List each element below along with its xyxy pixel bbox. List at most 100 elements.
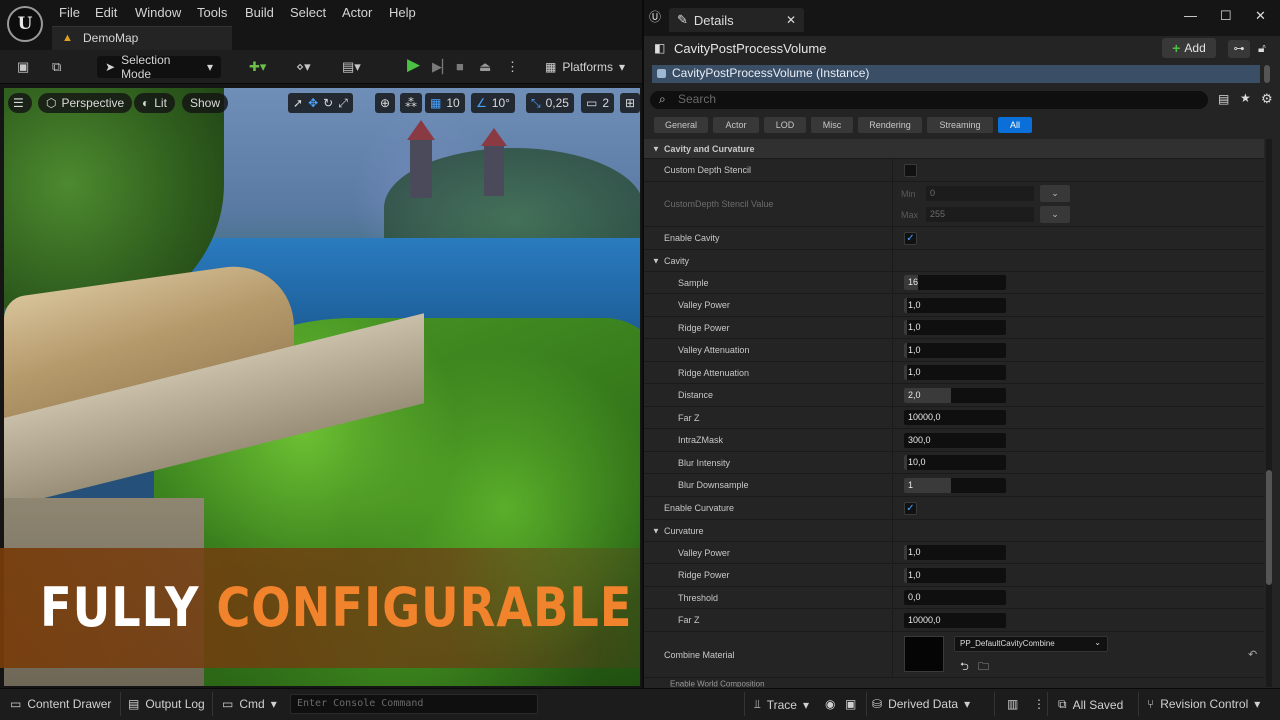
record-icon[interactable]: ◉ xyxy=(825,697,835,711)
enable-cavity-checkbox[interactable]: ✓ xyxy=(904,232,917,245)
add-actor-icon[interactable]: ✚▾ xyxy=(249,59,266,75)
numeric-input[interactable]: 1,0 xyxy=(904,567,1006,583)
stop-icon[interactable]: ■ xyxy=(456,59,464,75)
content-drawer-button[interactable]: ▭ Content Drawer xyxy=(10,697,111,711)
menu-help[interactable]: Help xyxy=(389,5,416,20)
add-component-button[interactable]: + Add xyxy=(1162,38,1216,58)
filter-lod[interactable]: LOD xyxy=(764,117,806,133)
browse-icon[interactable]: ⧉ xyxy=(52,59,61,75)
filter-misc[interactable]: Misc xyxy=(811,117,853,133)
more-options-icon[interactable]: ⋮ xyxy=(1033,697,1045,711)
save-icon[interactable]: ▣ xyxy=(17,59,29,75)
surface-snap-icon[interactable]: ⁂ xyxy=(400,93,422,113)
menu-select[interactable]: Select xyxy=(290,5,326,20)
blueprint-convert-icon[interactable]: ⊶ xyxy=(1228,40,1250,58)
category-cavity-curvature[interactable]: ▼ Cavity and Curvature xyxy=(644,139,1264,159)
numeric-input[interactable]: 1,0 xyxy=(904,342,1006,358)
show-button[interactable]: Show xyxy=(182,93,229,113)
filter-general[interactable]: General xyxy=(654,117,708,133)
numeric-input[interactable]: 1,0 xyxy=(904,365,1006,380)
angle-snap-button[interactable]: ∠ 10° xyxy=(471,93,515,113)
scale-snap-button[interactable]: ⤡ 0,25 xyxy=(526,93,574,113)
browse-asset-icon[interactable]: 🗀︎ xyxy=(978,658,989,677)
stats-icon[interactable]: ▥ xyxy=(1007,697,1018,711)
minimize-icon[interactable]: — xyxy=(1184,8,1197,23)
derived-data-button[interactable]: ⛁ Derived Data ▾ xyxy=(872,697,970,711)
details-search-input[interactable]: ⌕ Search xyxy=(650,91,1208,109)
numeric-input[interactable]: 10,0 xyxy=(904,455,1006,470)
min-value-input[interactable]: 0 xyxy=(926,186,1034,201)
blueprint-icon[interactable]: ⋄▾ xyxy=(296,59,311,75)
viewport-menu-icon[interactable]: ☰ xyxy=(8,93,32,113)
numeric-input[interactable]: 1,0 xyxy=(904,297,1006,313)
reset-to-default-icon[interactable]: ↶ xyxy=(1248,648,1257,661)
step-icon[interactable]: ▶▏ xyxy=(432,59,452,75)
trace-button[interactable]: ⫫ Trace ▾ xyxy=(754,697,809,712)
group-curvature[interactable]: ▼ Curvature xyxy=(644,520,1264,542)
maximize-icon[interactable]: ☐ xyxy=(1220,8,1232,24)
component-scrollbar[interactable] xyxy=(1264,65,1270,83)
level-tab[interactable]: ▲ DemoMap xyxy=(52,26,232,50)
numeric-input[interactable]: 1,0 xyxy=(904,545,1006,560)
revision-control-button[interactable]: ⑂ Revision Control ▾ xyxy=(1147,697,1260,711)
menu-actor[interactable]: Actor xyxy=(342,5,372,20)
world-space-icon[interactable]: ⊕ xyxy=(375,93,396,113)
screenshot-icon[interactable]: ▣ xyxy=(845,697,856,711)
viewport-layout-icon[interactable]: ⊞ xyxy=(620,93,640,113)
numeric-input[interactable]: 2,0 xyxy=(904,387,1006,403)
close-window-icon[interactable]: ✕ xyxy=(1255,8,1266,24)
custom-depth-stencil-checkbox[interactable] xyxy=(904,164,917,177)
rotate-tool-icon[interactable]: ↻ xyxy=(323,96,333,110)
select-tool-icon[interactable]: ➚ xyxy=(293,96,303,110)
platforms-button[interactable]: ▦ Platforms ▾ xyxy=(537,56,633,78)
favorites-star-icon[interactable]: ★ xyxy=(1240,91,1251,105)
menu-edit[interactable]: Edit xyxy=(95,5,117,20)
settings-gear-icon[interactable]: ⚙ xyxy=(1261,91,1273,107)
max-value-input[interactable]: 255 xyxy=(926,207,1034,222)
menu-window[interactable]: Window xyxy=(135,5,181,20)
details-scrollbar-track[interactable] xyxy=(1266,139,1272,687)
console-input[interactable]: Enter Console Command xyxy=(290,694,538,714)
filter-rendering[interactable]: Rendering xyxy=(858,117,922,133)
all-saved-button[interactable]: ⧉ All Saved xyxy=(1058,697,1123,712)
details-tab[interactable]: ✎ Details ✕ xyxy=(669,8,804,32)
close-icon[interactable]: ✕ xyxy=(786,13,796,27)
cmd-button[interactable]: ▭ Cmd ▾ xyxy=(222,697,277,711)
cinematics-icon[interactable]: ▤▾ xyxy=(342,59,361,75)
selection-mode-button[interactable]: ➤ Selection Mode ▾ xyxy=(97,53,221,81)
use-selected-icon[interactable]: ⮌ xyxy=(960,658,969,677)
numeric-input[interactable]: 16 xyxy=(904,275,1006,290)
perspective-button[interactable]: ⬡ Perspective xyxy=(38,93,133,113)
eject-icon[interactable]: ⏏ xyxy=(479,59,491,75)
filter-streaming[interactable]: Streaming xyxy=(927,117,993,133)
filter-all[interactable]: All xyxy=(998,117,1032,133)
menu-file[interactable]: File xyxy=(59,5,80,20)
enable-curvature-checkbox[interactable]: ✓ xyxy=(904,502,917,515)
numeric-input[interactable]: 1,0 xyxy=(904,320,1006,335)
grid-view-icon[interactable]: ▤ xyxy=(1218,92,1229,106)
menu-build[interactable]: Build xyxy=(245,5,274,20)
numeric-input[interactable]: 300,0 xyxy=(904,432,1006,448)
material-thumbnail[interactable] xyxy=(904,636,944,672)
combine-material-dropdown[interactable]: PP_DefaultCavityCombine ⌄ xyxy=(954,636,1108,652)
numeric-input[interactable]: 10000,0 xyxy=(904,410,1006,425)
chevron-down-icon[interactable]: ⌄ xyxy=(1040,206,1070,223)
lit-button[interactable]: ◐ Lit xyxy=(134,93,175,113)
chevron-down-icon[interactable]: ⌄ xyxy=(1040,185,1070,202)
details-scrollbar-thumb[interactable] xyxy=(1266,470,1272,585)
lock-icon[interactable]: 🔓︎ xyxy=(1258,41,1266,56)
instance-row[interactable]: CavityPostProcessVolume (Instance) xyxy=(652,65,1260,83)
scale-tool-icon[interactable]: ⤢ xyxy=(338,96,348,111)
numeric-input[interactable]: 0,0 xyxy=(904,590,1006,605)
play-options-icon[interactable]: ⋮ xyxy=(506,59,519,75)
group-cavity[interactable]: ▼ Cavity xyxy=(644,250,1264,272)
grid-snap-button[interactable]: ▦ 10 xyxy=(425,93,465,113)
filter-actor[interactable]: Actor xyxy=(713,117,759,133)
camera-speed-button[interactable]: ▭ 2 xyxy=(581,93,615,113)
unreal-logo-icon[interactable]: U xyxy=(7,6,43,42)
numeric-input[interactable]: 10000,0 xyxy=(904,612,1006,628)
play-icon[interactable]: ▶ xyxy=(407,56,420,73)
output-log-button[interactable]: ▤ Output Log xyxy=(128,697,205,711)
menu-tools[interactable]: Tools xyxy=(197,5,227,20)
move-tool-icon[interactable]: ✥ xyxy=(308,96,318,110)
